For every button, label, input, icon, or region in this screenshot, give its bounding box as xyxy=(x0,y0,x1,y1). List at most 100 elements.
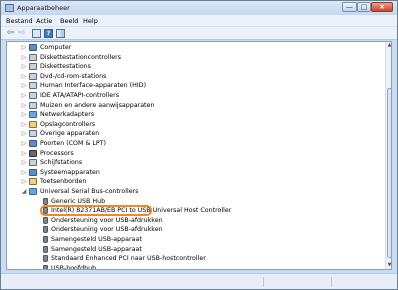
help-icon[interactable]: ? xyxy=(44,29,53,38)
usb-device-icon xyxy=(43,245,48,253)
menu-bar: Bestand Actie Beeld Help xyxy=(1,15,397,27)
hid-icon xyxy=(29,82,37,90)
tree-item[interactable]: ▷ Systeemapparaten xyxy=(7,168,383,177)
tree-item[interactable]: ▷ Diskettestationcontrollers xyxy=(7,53,383,62)
usb-controllers-icon xyxy=(29,188,37,195)
device-manager-window: Apparaatbeheer — □ × Bestand Actie Beeld… xyxy=(0,0,398,290)
expand-arrow-icon[interactable]: ▷ xyxy=(21,54,27,61)
expand-arrow-icon[interactable]: ▷ xyxy=(21,140,27,147)
tree-item-highlighted[interactable]: Ondersteuning voor USB-afdrukken xyxy=(7,216,383,225)
close-button[interactable]: × xyxy=(371,2,393,12)
usb-device-icon xyxy=(43,264,48,269)
tree-item[interactable]: Standaard Enhanced PCI naar USB-hostcont… xyxy=(7,254,383,263)
usb-device-icon xyxy=(43,226,48,234)
expand-arrow-icon[interactable]: ▷ xyxy=(21,73,27,80)
tree-item[interactable]: Samengesteld USB-apparaat xyxy=(7,245,383,254)
scrollbar-thumb[interactable] xyxy=(387,88,391,258)
status-divider xyxy=(263,277,264,287)
tree-item[interactable]: ▷ Computer xyxy=(7,43,383,52)
expand-arrow-icon[interactable]: ▷ xyxy=(21,63,27,70)
back-icon[interactable]: ⇦ xyxy=(6,29,15,38)
tree-item-label: Poorten (COM & LPT) xyxy=(40,140,106,147)
expand-arrow-icon[interactable]: ▷ xyxy=(21,121,27,128)
expand-arrow-icon[interactable]: ▷ xyxy=(21,178,27,185)
collapse-arrow-icon[interactable]: ◢ xyxy=(21,188,27,195)
tree-item[interactable]: Ondersteuning voor USB-afdrukken xyxy=(7,225,383,234)
processor-icon xyxy=(29,149,37,157)
tree-item[interactable]: ▷ Overige apparaten xyxy=(7,129,383,138)
maximize-icon: □ xyxy=(360,3,368,11)
tree-item-label: Processors xyxy=(40,149,74,157)
disc-drive-icon xyxy=(29,72,37,80)
title-bar[interactable]: Apparaatbeheer — □ × xyxy=(1,1,397,15)
other-devices-icon xyxy=(29,130,37,138)
mouse-icon xyxy=(29,101,37,109)
tree-item-label: Overige apparaten xyxy=(40,130,100,138)
tree-item[interactable]: ▷ Diskettestations xyxy=(7,62,383,71)
keyboard-icon xyxy=(29,178,37,186)
usb-device-icon xyxy=(43,197,48,205)
tree-item-label: Generic USB Hub xyxy=(51,197,106,205)
toolbar: ⇦ ⇨ ? xyxy=(1,27,397,40)
expand-arrow-icon[interactable]: ▷ xyxy=(21,82,27,89)
tree-item[interactable]: ▷ Dvd-/cd-rom-stations xyxy=(7,72,383,81)
tree-item[interactable]: ▷ Toetsenborden xyxy=(7,177,383,186)
window-title: Apparaatbeheer xyxy=(17,4,70,12)
status-bar xyxy=(1,273,397,289)
disk-drive-icon xyxy=(29,159,37,167)
tree-item-label: Ondersteuning voor USB-afdrukken xyxy=(51,216,163,224)
view-icon[interactable] xyxy=(56,29,65,38)
device-tree[interactable]: ▷ Computer ▷ Diskettestationcontrollers ▷ Dis… xyxy=(6,41,392,270)
minimize-icon: — xyxy=(346,3,353,11)
menu-help[interactable]: Help xyxy=(83,17,98,25)
forward-icon[interactable]: ⇨ xyxy=(17,29,26,38)
maximize-button[interactable]: □ xyxy=(357,2,371,12)
menu-bestand[interactable]: Bestand xyxy=(6,17,33,25)
menu-actie[interactable]: Actie xyxy=(36,17,52,25)
tree-item-label: Samengesteld USB-apparaat xyxy=(51,236,142,243)
tree-item-label: Universal Serial Bus-controllers xyxy=(40,188,139,195)
floppy-controller-icon xyxy=(29,53,37,61)
expand-arrow-icon[interactable]: ▷ xyxy=(21,92,27,99)
tree-item[interactable]: ▷ Netwerkadapters xyxy=(7,110,383,119)
tree-item-label: Diskettestationcontrollers xyxy=(40,53,121,61)
tree-item[interactable]: ▷ IDE ATA/ATAPI-controllers xyxy=(7,91,383,100)
computer-icon xyxy=(29,44,37,51)
tree-item[interactable]: ▷ Poorten (COM & LPT) xyxy=(7,139,383,148)
tree-item[interactable]: ▷ Processors xyxy=(7,149,383,158)
tree-item[interactable]: Samengesteld USB-apparaat xyxy=(7,235,383,244)
properties-icon[interactable] xyxy=(32,29,41,38)
expand-arrow-icon[interactable]: ▷ xyxy=(21,159,27,166)
expand-arrow-icon[interactable]: ▷ xyxy=(21,169,27,176)
tree-item[interactable]: ▷ Schijfstations xyxy=(7,158,383,167)
tree-item[interactable]: ◢ Universal Serial Bus-controllers xyxy=(7,187,383,196)
device-manager-icon xyxy=(5,4,14,12)
tree-item[interactable]: ▷ Human Interface-apparaten (HID) xyxy=(7,81,383,90)
tree-item[interactable]: ▷ Opslagcontrollers xyxy=(7,120,383,129)
usb-device-icon xyxy=(43,216,48,224)
menu-beeld[interactable]: Beeld xyxy=(60,17,78,25)
scroll-down-icon[interactable]: ▼ xyxy=(386,262,391,269)
tree-item-label: Dvd-/cd-rom-stations xyxy=(40,72,107,80)
tree-item-label: Standaard Enhanced PCI naar USB-hostcont… xyxy=(51,255,206,263)
ide-controller-icon xyxy=(29,92,37,99)
tree-item-label: Schijfstations xyxy=(40,159,83,167)
expand-arrow-icon[interactable]: ▷ xyxy=(21,102,27,109)
usb-device-icon xyxy=(43,255,48,263)
tree-item-label: IDE ATA/ATAPI-controllers xyxy=(40,92,120,99)
expand-arrow-icon[interactable]: ▷ xyxy=(21,130,27,137)
vertical-scrollbar[interactable]: ▲ ▼ xyxy=(385,42,391,269)
tree-item-label: Ondersteuning voor USB-afdrukken xyxy=(51,226,163,234)
tree-item-label: Diskettestations xyxy=(40,63,91,71)
expand-arrow-icon[interactable]: ▷ xyxy=(21,111,27,118)
expand-arrow-icon[interactable]: ▷ xyxy=(21,44,27,51)
tree-item-label: Computer xyxy=(40,44,72,51)
expand-arrow-icon[interactable]: ▷ xyxy=(21,150,27,157)
floppy-drive-icon xyxy=(29,63,37,71)
tree-item[interactable]: ▷ Muizen en andere aanwijsapparaten xyxy=(7,101,383,110)
ports-icon xyxy=(29,140,37,147)
tree-item-label: Netwerkadapters xyxy=(40,111,95,119)
minimize-button[interactable]: — xyxy=(342,2,357,12)
tree-item[interactable]: USB-hoofdhub xyxy=(7,264,383,269)
scroll-up-icon[interactable]: ▲ xyxy=(386,42,391,49)
